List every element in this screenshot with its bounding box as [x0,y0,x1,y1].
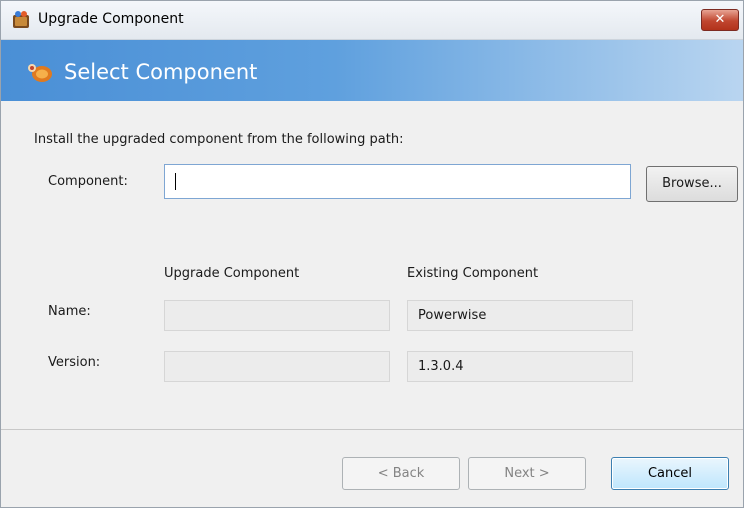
component-path-input[interactable] [164,164,631,199]
existing-component-header: Existing Component [407,266,539,281]
name-label: Name: [48,304,91,319]
existing-version-field: 1.3.0.4 [407,351,633,382]
component-app-icon [13,11,29,28]
content-panel: Install the upgraded component from the … [1,102,743,429]
close-button[interactable]: ✕ [701,9,739,31]
text-caret [175,173,176,190]
wizard-header: Select Component [1,40,743,101]
version-label: Version: [48,355,101,370]
component-wizard-icon [28,64,52,82]
upgrade-component-dialog: Upgrade Component ✕ Select Component Ins… [0,0,744,508]
back-button[interactable]: < Back [342,457,460,490]
next-button[interactable]: Next > [468,457,586,490]
browse-button[interactable]: Browse... [646,166,738,202]
page-title: Select Component [64,60,258,84]
window-title: Upgrade Component [38,11,184,27]
existing-name-field: Powerwise [407,300,633,331]
instruction-text: Install the upgraded component from the … [34,132,404,147]
upgrade-component-header: Upgrade Component [164,266,300,281]
cancel-button[interactable]: Cancel [611,457,729,490]
button-bar: < Back Next > Cancel [1,430,743,507]
component-label: Component: [48,174,128,189]
upgrade-name-field [164,300,390,331]
title-bar[interactable]: Upgrade Component ✕ [1,1,743,40]
upgrade-version-field [164,351,390,382]
close-icon: ✕ [714,12,726,27]
